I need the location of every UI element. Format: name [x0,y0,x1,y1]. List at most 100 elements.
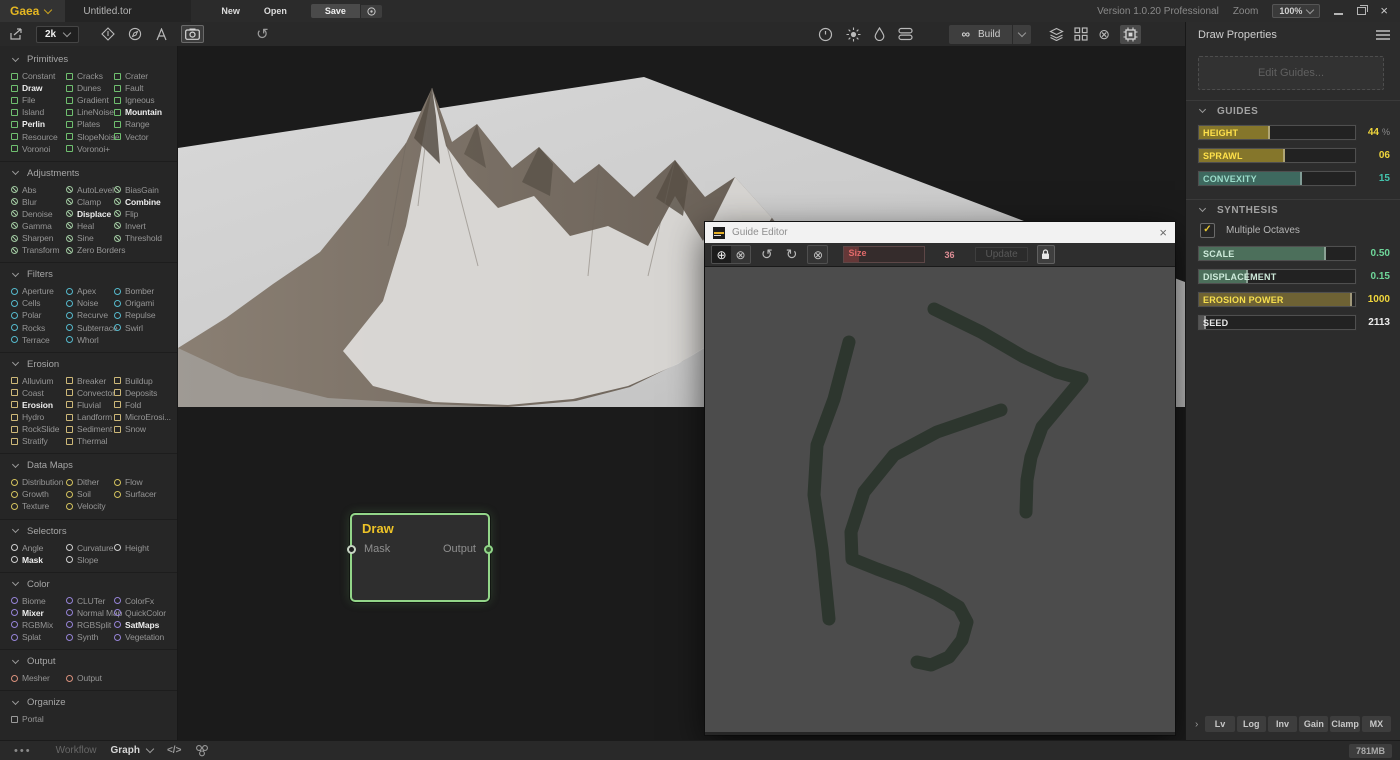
save-options-button[interactable] [360,4,382,18]
node-item-heal[interactable]: Heal [66,220,114,232]
node-item-erosion[interactable]: Erosion [11,399,66,411]
section-header-organize[interactable]: Organize [0,695,177,710]
node-item-rgbsplit[interactable]: RGBSplit [66,619,114,631]
node-item-biome[interactable]: Biome [11,595,66,607]
node-item-coast[interactable]: Coast [11,387,66,399]
node-item-dither[interactable]: Dither [66,476,114,488]
new-button[interactable]: New [221,6,240,16]
code-view-button[interactable]: </> [167,745,181,756]
section-header-output[interactable]: Output [0,654,177,669]
node-item-crater[interactable]: Crater [114,70,177,82]
node-item-synth[interactable]: Synth [66,631,114,643]
node-item-igneous[interactable]: Igneous [114,94,177,106]
node-item-whorl[interactable]: Whorl [66,334,114,346]
node-item-fold[interactable]: Fold [114,399,177,411]
node-item-gamma[interactable]: Gamma [11,220,66,232]
node-item-sediment[interactable]: Sediment [66,423,114,435]
node-item-texture[interactable]: Texture [11,500,66,512]
node-item-apex[interactable]: Apex [66,285,114,297]
node-item-constant[interactable]: Constant [11,70,66,82]
undo-button[interactable]: ↺ [256,25,269,43]
node-item-landform[interactable]: Landform [66,411,114,423]
slider-sprawl[interactable]: SPRAWL [1197,147,1357,164]
node-item-biasgain[interactable]: BiasGain [114,184,177,196]
slider-erosion-power[interactable]: EROSION POWER [1197,291,1357,308]
node-item-velocity[interactable]: Velocity [66,500,114,512]
guide-redo-button[interactable]: ↻ [783,246,801,263]
section-header-color[interactable]: Color [0,577,177,592]
guide-editor-close-button[interactable]: × [1159,226,1167,239]
document-tab[interactable]: Untitled.tor [65,0,192,22]
node-item-vector[interactable]: Vector [114,130,177,142]
grid-toggle[interactable] [1074,27,1088,41]
gaea-menu[interactable]: Gaea [0,0,66,22]
node-item-plates[interactable]: Plates [66,118,114,130]
node-item-breaker[interactable]: Breaker [66,375,114,387]
node-item-thermal[interactable]: Thermal [66,435,114,447]
node-item-blur[interactable]: Blur [11,196,66,208]
build-options-button[interactable] [1012,24,1032,44]
node-item-mesher[interactable]: Mesher [11,672,66,684]
node-item-rgbmix[interactable]: RGBMix [11,619,66,631]
device-toggle[interactable] [1120,24,1141,44]
node-item-surfacer[interactable]: Surfacer [114,488,177,500]
restore-button[interactable] [1357,5,1369,15]
prop-section-synthesis[interactable]: SYNTHESIS [1186,200,1400,220]
node-item-mountain[interactable]: Mountain [114,106,177,118]
node-item-polar[interactable]: Polar [11,309,66,321]
slider-scale[interactable]: SCALE [1197,245,1357,262]
node-item-gradient[interactable]: Gradient [66,94,114,106]
node-item-growth[interactable]: Growth [11,488,66,500]
tab-clamp[interactable]: Clamp [1330,716,1360,732]
node-item-curvature[interactable]: Curvature [66,542,114,554]
node-item-cracks[interactable]: Cracks [66,70,114,82]
save-button[interactable]: Save [310,4,360,18]
node-item-snow[interactable]: Snow [114,423,177,435]
node-item-sharpen[interactable]: Sharpen [11,232,66,244]
layers-toggle[interactable] [898,27,914,41]
node-item-deposits[interactable]: Deposits [114,387,177,399]
screenshot-button[interactable] [181,25,205,43]
node-item-origami[interactable]: Origami [114,297,177,309]
export-button[interactable] [9,27,24,42]
node-item-transform[interactable]: Transform [11,244,66,256]
edit-guides-button[interactable]: Edit Guides... [1198,56,1384,90]
water-toggle[interactable] [874,27,885,41]
gizmo-button[interactable] [101,27,115,41]
node-item-fluvial[interactable]: Fluvial [66,399,114,411]
node-item-draw[interactable]: Draw [11,82,66,94]
node-item-mask[interactable]: Mask [11,554,66,566]
node-item-aperture[interactable]: Aperture [11,285,66,297]
node-item-denoise[interactable]: Denoise [11,208,66,220]
section-header-filters[interactable]: Filters [0,267,177,282]
graph-viewport[interactable]: Draw Mask Output Guide Editor × ⊕ ⊗ ↺ ↻ … [178,46,1185,740]
output-port[interactable] [484,544,493,554]
node-item-perlin[interactable]: Perlin [11,118,66,130]
node-item-soil[interactable]: Soil [66,488,114,500]
node-item-swirl[interactable]: Swirl [114,322,177,334]
node-item-linenoise[interactable]: LineNoise [66,106,114,118]
node-item-noise[interactable]: Noise [66,297,114,309]
text-overlay-button[interactable] [155,27,168,41]
node-item-quickcolor[interactable]: QuickColor [114,607,177,619]
stack-toggle[interactable] [1049,27,1065,41]
node-item-output[interactable]: Output [66,672,114,684]
tab-gain[interactable]: Gain [1299,716,1329,732]
node-item-combine[interactable]: Combine [114,196,177,208]
draw-node[interactable]: Draw Mask Output [347,513,493,602]
node-item-buildup[interactable]: Buildup [114,375,177,387]
resolution-dropdown[interactable]: 2k [36,25,80,43]
node-item-hydro[interactable]: Hydro [11,411,66,423]
minimize-button[interactable] [1334,13,1344,15]
node-item-convector[interactable]: Convector [66,387,115,399]
node-item-voronoi[interactable]: Voronoi [11,143,66,155]
node-item-cells[interactable]: Cells [11,297,66,309]
node-item-flow[interactable]: Flow [114,476,177,488]
node-item-distribution[interactable]: Distribution [11,476,66,488]
node-item-normal-map[interactable]: Normal Map [66,607,122,619]
node-item-slopenoise[interactable]: SlopeNoise [66,130,120,142]
node-item-repulse[interactable]: Repulse [114,309,177,321]
zoom-dropdown[interactable]: 100% [1272,4,1321,18]
node-item-range[interactable]: Range [114,118,177,130]
node-item-mixer[interactable]: Mixer [11,607,66,619]
